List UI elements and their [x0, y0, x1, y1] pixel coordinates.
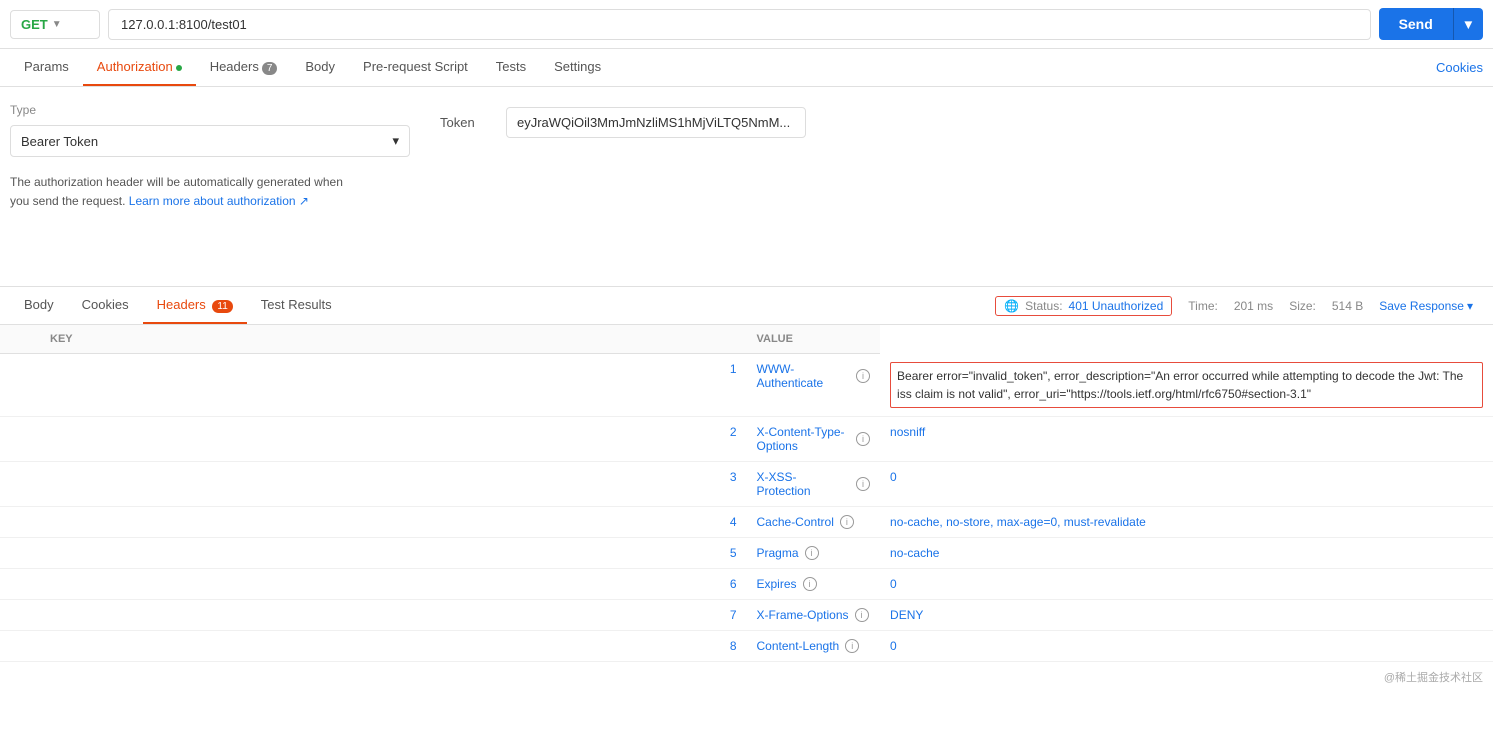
info-icon[interactable]: i: [856, 477, 870, 491]
send-dropdown-button[interactable]: ▼: [1453, 8, 1483, 40]
resp-tab-cookies[interactable]: Cookies: [68, 287, 143, 324]
row-number: 1: [0, 354, 747, 417]
header-key: Datei: [747, 661, 881, 665]
url-input[interactable]: [108, 9, 1371, 40]
headers-table: KEY VALUE 1WWW-AuthenticateiBearer error…: [0, 325, 1493, 665]
headers-resp-badge: 11: [212, 300, 232, 313]
size-value: 514 B: [1332, 299, 1363, 313]
type-label: Type: [10, 103, 410, 117]
tab-prerequest[interactable]: Pre-request Script: [349, 49, 482, 86]
top-bar: GET ▼ Send ▼: [0, 0, 1493, 49]
tab-settings[interactable]: Settings: [540, 49, 615, 86]
row-number: 4: [0, 506, 747, 537]
type-select[interactable]: Bearer Token ▾: [10, 125, 410, 157]
header-key: X-Frame-Optionsi: [747, 599, 881, 630]
watermark: @稀土掘金技术社区: [0, 665, 1493, 689]
tab-authorization[interactable]: Authorization: [83, 49, 196, 86]
header-value: no-cache, no-store, max-age=0, must-reva…: [880, 506, 1493, 537]
row-number: 3: [0, 461, 747, 506]
row-number: 5: [0, 537, 747, 568]
header-value: Tue, 13 Jun 2023 06:09:50 GMT: [880, 661, 1493, 665]
info-icon[interactable]: i: [856, 369, 870, 383]
tab-params[interactable]: Params: [10, 49, 83, 86]
method-select[interactable]: GET ▼: [10, 10, 100, 39]
type-chevron: ▾: [392, 133, 399, 149]
row-number: 6: [0, 568, 747, 599]
header-key: WWW-Authenticatei: [747, 354, 881, 417]
header-value: DENY: [880, 599, 1493, 630]
table-header-row: KEY VALUE: [0, 325, 1493, 354]
header-key: Cache-Controli: [747, 506, 881, 537]
method-chevron: ▼: [52, 19, 62, 30]
header-key: Content-Lengthi: [747, 630, 881, 661]
resp-tab-headers[interactable]: Headers 11: [143, 287, 247, 324]
info-icon[interactable]: i: [803, 577, 817, 591]
type-value: Bearer Token: [21, 134, 98, 149]
auth-panel: Type Bearer Token ▾ The authorization he…: [0, 87, 1493, 287]
row-number: 2: [0, 416, 747, 461]
send-button[interactable]: Send: [1379, 8, 1453, 40]
resp-tab-body[interactable]: Body: [10, 287, 68, 324]
header-value: 0: [880, 568, 1493, 599]
tab-tests[interactable]: Tests: [482, 49, 540, 86]
info-icon[interactable]: i: [856, 432, 870, 446]
status-label: Status:: [1025, 299, 1062, 313]
header-key: X-XSS-Protectioni: [747, 461, 881, 506]
save-response-chevron: ▾: [1467, 299, 1473, 313]
table-row: 3X-XSS-Protectioni0: [0, 461, 1493, 506]
col-key: KEY: [0, 325, 747, 354]
resp-tab-test-results[interactable]: Test Results: [247, 287, 346, 324]
request-tabs: Params Authorization Headers7 Body Pre-r…: [0, 49, 1493, 87]
header-value: nosniff: [880, 416, 1493, 461]
header-key: Pragmai: [747, 537, 881, 568]
info-icon[interactable]: i: [840, 515, 854, 529]
table-row: 4Cache-Controlino-cache, no-store, max-a…: [0, 506, 1493, 537]
token-input[interactable]: [506, 107, 806, 138]
status-value: 401 Unauthorized: [1069, 299, 1164, 313]
auth-dot: [176, 65, 182, 71]
row-number: 8: [0, 630, 747, 661]
header-key: Expiresi: [747, 568, 881, 599]
headers-badge: 7: [262, 62, 278, 75]
status-bar: 🌐 Status: 401 Unauthorized Time: 201 ms …: [985, 296, 1483, 316]
cookies-link[interactable]: Cookies: [1436, 60, 1483, 75]
info-icon[interactable]: i: [855, 608, 869, 622]
header-value: Bearer error="invalid_token", error_desc…: [880, 354, 1493, 417]
learn-more-link[interactable]: Learn more about authorization ↗: [129, 194, 309, 208]
auth-right: Token: [410, 103, 1483, 270]
header-value: 0: [880, 461, 1493, 506]
info-icon[interactable]: i: [805, 546, 819, 560]
table-row: 8Content-Lengthi0: [0, 630, 1493, 661]
info-icon[interactable]: i: [845, 639, 859, 653]
save-response-button[interactable]: Save Response ▾: [1379, 299, 1473, 313]
table-row: 9DateiTue, 13 Jun 2023 06:09:50 GMT: [0, 661, 1493, 665]
size-label: Size:: [1289, 299, 1316, 313]
time-label: Time:: [1188, 299, 1218, 313]
row-number: 9: [0, 661, 747, 665]
send-group: Send ▼: [1379, 8, 1483, 40]
status-badge: 🌐 Status: 401 Unauthorized: [995, 296, 1172, 316]
response-area: Body Cookies Headers 11 Test Results 🌐 S…: [0, 287, 1493, 665]
row-number: 7: [0, 599, 747, 630]
table-row: 2X-Content-Type-Optionsinosniff: [0, 416, 1493, 461]
globe-icon: 🌐: [1004, 299, 1019, 313]
col-value: VALUE: [747, 325, 881, 354]
table-row: 1WWW-AuthenticateiBearer error="invalid_…: [0, 354, 1493, 417]
auth-info: The authorization header will be automat…: [10, 173, 360, 211]
method-label: GET: [21, 17, 48, 32]
tab-body[interactable]: Body: [291, 49, 349, 86]
token-label: Token: [440, 107, 490, 130]
response-tabs-row: Body Cookies Headers 11 Test Results 🌐 S…: [0, 287, 1493, 325]
headers-scroll-area[interactable]: KEY VALUE 1WWW-AuthenticateiBearer error…: [0, 325, 1493, 665]
header-value: 0: [880, 630, 1493, 661]
header-key: X-Content-Type-Optionsi: [747, 416, 881, 461]
table-row: 6Expiresi0: [0, 568, 1493, 599]
auth-left: Type Bearer Token ▾ The authorization he…: [10, 103, 410, 270]
table-row: 7X-Frame-OptionsiDENY: [0, 599, 1493, 630]
table-row: 5Pragmaino-cache: [0, 537, 1493, 568]
tab-headers[interactable]: Headers7: [196, 49, 292, 86]
header-value: no-cache: [880, 537, 1493, 568]
time-value: 201 ms: [1234, 299, 1273, 313]
